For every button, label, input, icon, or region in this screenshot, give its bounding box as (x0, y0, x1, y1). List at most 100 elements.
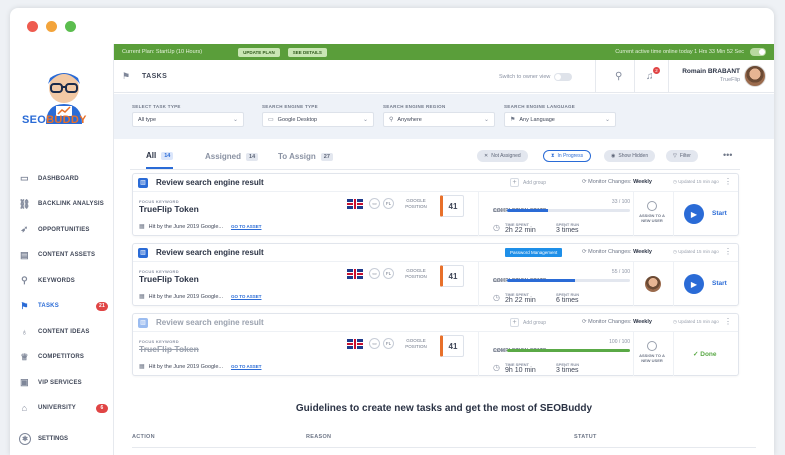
sidebar-item-tasks[interactable]: ⚑ TASKS 21 (10, 294, 114, 320)
page-header: ⚑ TASKS Switch to owner view ⚲ ♫ 2 Romai… (114, 60, 774, 93)
monitor-icon: ▭ (268, 117, 274, 123)
search-engine-region-filter: SEARCH ENGINE REGION ⚲ Anywhere ⌄ (383, 104, 495, 127)
in-progress-filter-button[interactable]: ⧗ In Progress (543, 150, 592, 162)
current-plan-text: Current Plan: StartUp (10 Hours) (122, 49, 203, 55)
tab-divider (130, 169, 740, 170)
play-icon[interactable]: ▶ (684, 204, 704, 224)
kebab-menu-icon[interactable]: ⋮ (724, 317, 732, 326)
tab-assigned[interactable]: Assigned 14 (205, 144, 259, 169)
keyword-icon: ⚲ (21, 275, 28, 286)
show-hidden-filter-button[interactable]: ◉ Show Hidden (604, 150, 656, 162)
progress-bar (507, 349, 630, 352)
filter-button[interactable]: ▽ Filter (666, 150, 698, 162)
search-engine-language-select[interactable]: ⚑ Any Language ⌄ (504, 112, 616, 127)
focus-keyword: TrueFlip Token (139, 274, 199, 284)
time-spent-value: 9h 10 min (505, 367, 536, 374)
sidebar-item-settings[interactable]: ✱ SETTINGS (19, 433, 68, 445)
search-icon[interactable]: ⚲ (615, 71, 622, 82)
assign-user-button[interactable]: ASSIGN TO A NEW USER (637, 341, 667, 363)
task-card-body: FOCUS KEYWORD TrueFlip Token ▦ Hit by the J… (133, 332, 738, 376)
tasks-icon: ⚑ (20, 300, 29, 311)
tab-to-assign[interactable]: To Assign 27 (278, 144, 333, 169)
sidebar-item-backlink-analysis[interactable]: ⛓ BACKLINK ANALYSIS (10, 192, 114, 218)
desktop-icon: ▭ (369, 198, 380, 209)
focus-keyword: TrueFlip Token (139, 204, 199, 214)
avatar[interactable] (744, 65, 766, 87)
sidebar: SEOBUDDY ▭ DASHBOARD ⛓ BACKLINK ANALYSIS ➶ OP… (10, 44, 114, 455)
add-group-button[interactable]: + Add group (510, 178, 546, 187)
user-org: TrueFlip (720, 77, 740, 83)
task-card[interactable]: ▥ Review search engine result Password Man… (132, 243, 739, 306)
task-card[interactable]: ▥ Review search engine result + Add group ⟳ … (132, 313, 739, 376)
assign-user-button[interactable]: ASSIGN TO A NEW USER (637, 201, 667, 223)
group-tag[interactable]: Password Management (505, 248, 563, 257)
search-engine-type-select[interactable]: ▭ Google Desktop ⌄ (262, 112, 374, 127)
minimize-dot[interactable] (46, 21, 57, 32)
owner-view-toggle[interactable] (554, 73, 573, 81)
completion-percent: 55% (493, 278, 503, 283)
go-to-asset-link[interactable]: GO TO ASSET (231, 364, 262, 369)
go-to-asset-link[interactable]: GO TO ASSET (231, 294, 262, 299)
sidebar-item-keywords[interactable]: ⚲ KEYWORDS (10, 268, 114, 294)
not-assigned-filter-button[interactable]: ✕ Not Assigned (477, 150, 528, 162)
count-badge: 21 (96, 301, 108, 311)
close-dot[interactable] (27, 21, 38, 32)
sidebar-item-content-ideas[interactable]: ♁ CONTENT IDEAS (10, 319, 114, 345)
task-type-select[interactable]: All type ⌄ (132, 112, 244, 127)
chart-icon: ▥ (138, 177, 148, 188)
bell-icon[interactable]: ♫ (646, 71, 654, 82)
task-title[interactable]: Review search engine result (156, 318, 264, 327)
monitor-changes[interactable]: ⟳ Monitor Changes: Weekly (582, 179, 652, 185)
sidebar-item-opportunities[interactable]: ➶ OPPORTUNITIES (10, 217, 114, 243)
clock-icon: ◷ (493, 293, 500, 302)
kebab-menu-icon[interactable]: ⋮ (724, 177, 732, 186)
spent-run-value: 3 times (556, 367, 579, 374)
network-icon: ⛓ (18, 198, 31, 209)
language-badge: FL (383, 268, 394, 279)
lightbulb-icon: ♁ (21, 326, 28, 337)
sidebar-item-vip-services[interactable]: ▣ VIP SERVICES (10, 370, 114, 396)
rocket-icon: ➶ (20, 224, 29, 235)
done-label: ✓ Done (693, 351, 717, 358)
play-icon[interactable]: ▶ (684, 274, 704, 294)
chevron-down-icon: ⌄ (232, 117, 238, 123)
task-card-body: FOCUS KEYWORD TrueFlip Token ▦ Hit by the J… (133, 262, 738, 306)
start-button[interactable]: Start (712, 210, 727, 217)
completion-state: COMPLETION STATE33 / 10033% (493, 199, 630, 217)
search-engine-region-select[interactable]: ⚲ Anywhere ⌄ (383, 112, 495, 127)
plan-toggle[interactable] (750, 48, 766, 56)
task-title[interactable]: Review search engine result (156, 248, 264, 257)
tab-all[interactable]: All 14 (146, 144, 174, 169)
kebab-menu-icon[interactable]: ⋮ (724, 247, 732, 256)
progress-bar (507, 279, 630, 282)
hit-info: ▦ Hit by the June 2019 Google... GO TO ASS… (139, 223, 262, 231)
updated-time: ◷ Updated 15 min ago (673, 179, 719, 184)
update-plan-button[interactable]: UPDATE PLAN (238, 47, 280, 57)
sidebar-item-label: SETTINGS (38, 436, 69, 442)
sidebar-item-competitors[interactable]: ♕ COMPETITORS (10, 345, 114, 371)
monitor-changes[interactable]: ⟳ Monitor Changes: Weekly (582, 249, 652, 255)
completion-ratio: 33 / 100 (611, 199, 630, 205)
page-title: TASKS (142, 72, 168, 80)
user-info[interactable]: Romain BRABANT TrueFlip (682, 68, 740, 83)
go-to-asset-link[interactable]: GO TO ASSET (231, 224, 262, 229)
add-group-button[interactable]: + Add group (510, 318, 546, 327)
window-controls (27, 21, 76, 32)
owner-view-switch[interactable]: Switch to owner view (499, 73, 573, 81)
more-options-icon[interactable]: ••• (723, 150, 732, 160)
guidelines-table-header: ACTION REASON STATUT (132, 434, 756, 448)
maximize-dot[interactable] (65, 21, 76, 32)
task-title[interactable]: Review search engine result (156, 178, 264, 187)
monitor-changes[interactable]: ⟳ Monitor Changes: Weekly (582, 319, 652, 325)
uk-flag-icon (347, 339, 363, 349)
vip-icon: ▣ (20, 377, 29, 388)
count-badge: 6 (96, 403, 108, 413)
sidebar-item-dashboard[interactable]: ▭ DASHBOARD (10, 166, 114, 192)
task-card-header: ▥ Review search engine result + Add group ⟳ … (133, 314, 738, 332)
sidebar-item-university[interactable]: ⌂ UNIVERSITY 6 (10, 396, 114, 422)
assignee-avatar[interactable] (645, 276, 661, 292)
task-card[interactable]: ▥ Review search engine result + Add group ⟳ … (132, 173, 739, 236)
sidebar-item-content-assets[interactable]: ▤ CONTENT ASSETS (10, 243, 114, 269)
see-details-button[interactable]: SEE DETAILS (287, 47, 327, 57)
start-button[interactable]: Start (712, 280, 727, 287)
